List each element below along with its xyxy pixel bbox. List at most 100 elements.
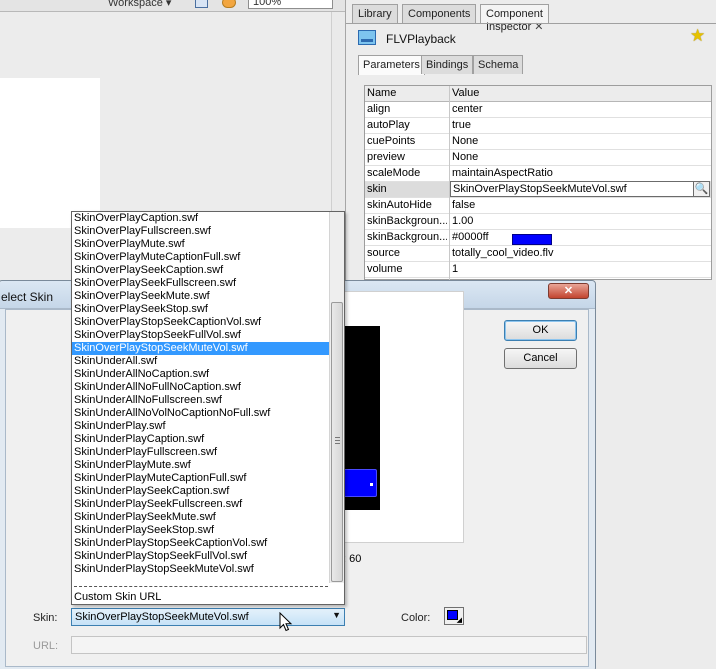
column-header-name: Name [367,87,397,99]
list-item[interactable]: SkinUnderAll.swf [72,355,330,368]
list-item[interactable]: SkinOverPlaySeekFullscreen.swf [72,277,330,290]
param-name: skin [367,183,387,195]
skin-dropdown-list[interactable]: SkinOverPlayCaption.swf SkinOverPlayFulls… [71,211,345,605]
table-header: Name Value [365,86,711,102]
list-item[interactable]: SkinUnderPlay.swf [72,420,330,433]
list-item[interactable]: SkinUnderPlayFullscreen.swf [72,446,330,459]
param-value: true [452,119,471,131]
list-item[interactable]: SkinUnderPlayStopSeekFullVol.swf [72,550,330,563]
skin-preview [338,291,464,543]
table-row[interactable]: skinBackgroun... #0000ff [365,230,711,246]
chevron-down-icon: ▼ [332,610,341,620]
param-value: false [452,199,476,211]
tab-library[interactable]: Library [352,4,398,23]
list-item[interactable]: SkinUnderPlaySeekCaption.swf [72,485,330,498]
tab-components[interactable]: Components [402,4,477,23]
param-name: volume [367,263,403,275]
table-row-skin[interactable]: skin SkinOverPlayStopSeekMuteVol.swf 🔍 [365,181,711,198]
list-item[interactable]: SkinUnderPlaySeekMute.swf [72,511,330,524]
url-field[interactable] [71,636,587,654]
list-item[interactable]: SkinOverPlaySeekCaption.swf [72,264,330,277]
ok-button[interactable]: OK [504,320,577,341]
param-name: skinBackgroun... [367,231,447,243]
table-row[interactable]: align center [365,102,711,118]
table-row[interactable]: skinBackgroun... 1.00 [365,214,711,230]
scroll-thumb[interactable] [331,302,343,582]
color-swatch[interactable] [512,234,552,245]
tab-component-inspector[interactable]: Component Inspector ✕ [480,4,550,33]
flvplayback-component-icon [358,30,376,45]
list-item[interactable]: SkinOverPlayStopSeekCaptionVol.swf [72,316,330,329]
list-item[interactable]: SkinOverPlayCaption.swf [72,212,330,225]
param-name: skinBackgroun... [367,215,447,227]
skin-select-value: SkinOverPlayStopSeekMuteVol.swf [75,611,249,623]
param-value: None [452,135,479,147]
table-row[interactable]: preview None [365,150,711,166]
list-item[interactable]: SkinOverPlayMute.swf [72,238,330,251]
param-name: skinAutoHide [367,199,432,211]
list-item[interactable]: SkinUnderPlaySeekStop.swf [72,524,330,537]
param-name: source [367,247,401,259]
tab-label: Schema [478,59,519,71]
list-item[interactable]: SkinUnderPlayStopSeekMuteVol.swf [72,563,330,576]
list-item[interactable]: SkinUnderPlayMute.swf [72,459,330,472]
cancel-button[interactable]: Cancel [504,348,577,369]
list-item[interactable]: SkinOverPlayFullscreen.swf [72,225,330,238]
param-value: maintainAspectRatio [452,167,553,179]
custom-skin-url-option[interactable]: Custom Skin URL [74,591,161,604]
skin-label: Skin: [33,612,58,624]
list-item[interactable]: SkinUnderPlayMuteCaptionFull.swf [72,472,330,485]
tab-parameters[interactable]: Parameters [358,55,425,75]
dialog-title: elect Skin [1,290,54,304]
table-row[interactable]: autoPlay true [365,118,711,134]
list-item[interactable]: SkinUnderAllNoFullNoCaption.swf [72,381,330,394]
table-row[interactable]: cuePoints None [365,134,711,150]
list-item[interactable]: SkinUnderAllNoCaption.swf [72,368,330,381]
magnifier-icon[interactable]: 🔍 [693,181,710,197]
param-value: 1.00 [452,215,474,227]
tab-label: Bindings [426,59,469,71]
zoom-select[interactable]: 100% [248,0,333,9]
list-item[interactable]: SkinOverPlaySeekStop.swf [72,303,330,316]
column-header-value: Value [452,87,480,99]
edit-scene-icon[interactable] [195,0,208,8]
tab-bindings[interactable]: Bindings [421,55,474,74]
tab-label: Components [408,8,471,20]
param-name: cuePoints [367,135,416,147]
list-item[interactable]: SkinUnderPlayCaption.swf [72,433,330,446]
table-row[interactable]: scaleMode maintainAspectRatio [365,166,711,182]
table-row[interactable]: skinAutoHide false [365,198,711,214]
list-item[interactable]: SkinOverPlayStopSeekFullVol.swf [72,329,330,342]
skin-value-field[interactable]: SkinOverPlayStopSeekMuteVol.swf [450,181,694,197]
list-item[interactable]: SkinUnderPlaySeekFullscreen.swf [72,498,330,511]
stage-canvas [0,78,100,228]
close-button[interactable]: ✕ [548,283,589,299]
tab-schema[interactable]: Schema [473,55,524,74]
list-item[interactable]: SkinUnderAllNoFullscreen.swf [72,394,330,407]
list-item[interactable]: SkinUnderPlayStopSeekCaptionVol.swf [72,537,330,550]
list-item[interactable]: SkinOverPlayMuteCaptionFull.swf [72,251,330,264]
stage-vertical-scrollbar[interactable] [331,12,345,212]
param-value: 1 [452,263,459,275]
table-row[interactable]: source totally_cool_video.flv [365,246,711,262]
list-item[interactable]: SkinUnderAllNoVolNoCaptionNoFull.swf [72,407,330,420]
color-label: Color: [401,612,431,624]
edit-symbols-icon[interactable] [222,0,236,8]
param-value: SkinOverPlayStopSeekMuteVol.swf [453,183,627,195]
workspace-menu[interactable]: Workspace ▾ [108,0,171,9]
tab-label: Parameters [363,59,420,71]
parameters-table: Name Value align center autoPlay true cu… [364,85,712,281]
url-label: URL: [33,640,59,652]
divider [74,586,328,587]
list-item[interactable]: SkinOverPlaySeekMute.swf [72,290,330,303]
param-value: #0000ff [452,231,552,245]
color-picker-button[interactable]: ◢ [444,607,464,625]
column-divider [449,86,450,281]
param-value-text: #0000ff [452,231,489,243]
param-name: preview [367,151,405,163]
star-pin-icon[interactable]: ★ [690,26,705,46]
list-item[interactable]: SkinOverPlayStopSeekMuteVol.swf [72,342,330,355]
skin-select[interactable]: SkinOverPlayStopSeekMuteVol.swf ▼ [71,608,345,626]
dropdown-scrollbar[interactable] [329,212,344,583]
table-row[interactable]: volume 1 [365,262,711,278]
